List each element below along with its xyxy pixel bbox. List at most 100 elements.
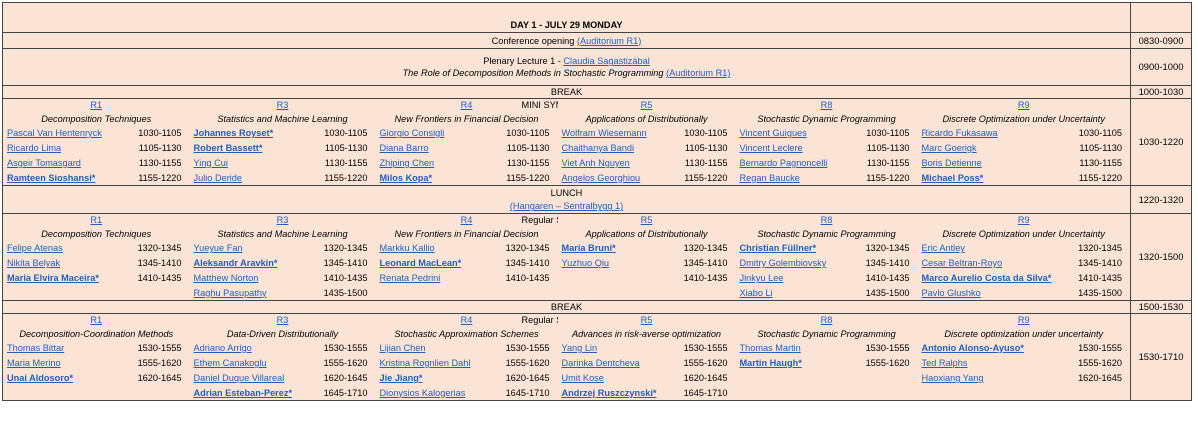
speaker-link[interactable]: Maria Elvira Maceira* [7,273,99,283]
speaker-link[interactable]: Asgeir Tomasgard [7,158,81,168]
speaker-link[interactable]: Haoxiang Yang [922,373,984,383]
speaker-link[interactable]: Pavlo Glushko [922,288,981,298]
day-title: DAY 1 - JULY 29 MONDAY [2,18,1131,33]
speaker-link[interactable]: Nikita Belyak [7,258,60,268]
day-title-row-2: DAY 1 - JULY 29 MONDAY [2,18,1192,33]
block1-room-link-4[interactable]: R8 [821,100,833,110]
speaker-link[interactable]: Robert Bassett* [194,143,263,153]
speaker-link[interactable]: Thomas Martin [740,343,801,353]
block3-room-link-4[interactable]: R8 [821,315,833,325]
speaker-link[interactable]: Marco Aurelio Costa da Silva* [922,273,1052,283]
speaker-link[interactable]: Andrzej Ruszczynski* [562,388,657,398]
block1-room-link-3[interactable]: R5 [641,100,653,110]
speaker-link[interactable]: Michael Poss* [922,173,984,183]
speaker-link[interactable]: Jie Jiang* [380,373,423,383]
block2-room-link-5[interactable]: R9 [1018,215,1030,225]
speaker-link[interactable]: Adriano Arrigo [194,343,252,353]
opening-room-link[interactable]: (Auditorium R1) [577,36,641,46]
speaker-link[interactable]: Giorgio Consigli [380,128,445,138]
plenary-room-link[interactable]: (Auditorium R1) [666,68,730,78]
speaker-link[interactable]: Daniel Duque Villareal [194,373,285,383]
speaker-link[interactable]: Thomas Bittar [7,343,64,353]
speaker-link[interactable]: Felipe Atenas [7,243,63,253]
talk-time: 1105-1130 [677,140,736,156]
talk-time: 1345-1410 [677,255,736,271]
speaker-link[interactable]: Maria Bruni* [562,243,616,253]
speaker-link[interactable]: Yang Lin [562,343,598,353]
speaker-link[interactable]: Regan Baucke [740,173,800,183]
speaker-link[interactable]: Yueyue Fan [194,243,243,253]
talk-time: 1030-1105 [855,125,918,141]
speaker-link[interactable]: Ricardo Lima [7,143,61,153]
talk-time: 1320-1345 [677,240,736,256]
plenary-speaker-link[interactable]: Claudia Sagastizábal [563,56,649,66]
speaker-link[interactable]: Darinka Dentcheva [562,358,640,368]
speaker-link[interactable]: Angelos Georghiou [562,173,641,183]
speaker-link[interactable]: Unai Aldosoro* [7,373,73,383]
speaker-link[interactable]: Pascal Van Hentenryck [7,128,102,138]
block2-room-link-3[interactable]: R5 [641,215,653,225]
speaker-link[interactable]: Johannes Royset* [194,128,274,138]
speaker-link[interactable]: Ted Ralphs [922,358,968,368]
block3-room-link-2[interactable]: R4 [461,315,473,325]
speaker-link[interactable]: Milos Kopa* [380,173,433,183]
speaker-link[interactable]: Christian Füllner* [740,243,817,253]
block1-room-link-0[interactable]: R1 [90,100,102,110]
talk-time: 1105-1130 [129,140,190,156]
regular-session-1-block: R1R3R4Regular SessionR5R8R91320-1500Deco… [2,213,1192,301]
speaker-link[interactable]: Vincent Leclere [740,143,803,153]
speaker-link[interactable]: Renata Pedrini [380,273,441,283]
speaker-link[interactable]: Adrian Esteban-Perez* [194,388,293,398]
speaker-link[interactable]: Yuzhuo Qiu [562,258,610,268]
speaker-link[interactable]: Bernardo Pagnoncelli [740,158,828,168]
speaker-link[interactable]: Antonio Alonso-Ayuso* [922,343,1024,353]
block2-room-link-4[interactable]: R8 [821,215,833,225]
speaker-link[interactable]: Marc Goerigk [922,143,977,153]
talk-time [495,285,558,301]
speaker-link[interactable]: Eric Antley [922,243,965,253]
block1-room-link-2[interactable]: R4 [461,100,473,110]
block3-room-link-0[interactable]: R1 [90,315,102,325]
block1-session-type: MINI SYMPOSIA [521,100,558,110]
speaker-link[interactable]: Zhiping Chen [380,158,435,168]
speaker-link[interactable]: Ricardo Fukasawa [922,128,998,138]
block2-room-link-0[interactable]: R1 [90,215,102,225]
speaker-link[interactable]: Kristina Rognlien Dahl [380,358,471,368]
block1-rooms-row: R1 R3 R4 MINI SYMPOSIA R5 R8 R9 1030-1220 [2,98,1192,186]
speaker-link[interactable]: Matthew Norton [194,273,259,283]
speaker-link[interactable]: Ying Cui [194,158,228,168]
speaker-link[interactable]: Umit Kose [562,373,604,383]
speaker-link[interactable]: Boris Detienne [922,158,982,168]
speaker-link[interactable]: Julio Deride [194,173,243,183]
speaker-link[interactable]: Markku Kallio [380,243,435,253]
speaker-link[interactable]: Dionysios Kalogerias [380,388,466,398]
speaker-link[interactable]: Ethem Canakoglu [194,358,267,368]
speaker-link[interactable]: Dmitry Golembiovsky [740,258,827,268]
speaker-link[interactable]: Vincent Guigues [740,128,807,138]
speaker-link[interactable]: Cesar Beltran-Royo [922,258,1003,268]
mini-symposia-block: R1R3R4MINI SYMPOSIAR5R8R91030-1220Decomp… [2,98,1192,186]
speaker-link[interactable]: Jinkyu Lee [740,273,784,283]
speaker-link[interactable]: Viet Anh Nguyen [562,158,630,168]
speaker-link[interactable]: Martin Haugh* [740,358,802,368]
speaker-link[interactable]: Maria Merino [7,358,61,368]
block3-room-link-3[interactable]: R5 [641,315,653,325]
plenary-title: The Role of Decomposition Methods in Sto… [402,68,664,78]
speaker-link[interactable]: Lijian Chen [380,343,426,353]
speaker-link[interactable]: Raghu Pasupathy [194,288,267,298]
block1-room-link-1[interactable]: R3 [277,100,289,110]
speaker-link[interactable]: Ramteen Sioshansi* [7,173,95,183]
speaker-link[interactable]: Wolfram Wiesemann [562,128,647,138]
block2-room-link-2[interactable]: R4 [461,215,473,225]
block3-room-link-5[interactable]: R9 [1018,315,1030,325]
speaker-link[interactable]: Xiabo Li [740,288,773,298]
block2-room-link-1[interactable]: R3 [277,215,289,225]
speaker-link[interactable]: Diana Barro [380,143,429,153]
speaker-link[interactable]: Chaithanya Bandi [562,143,635,153]
block1-room-link-5[interactable]: R9 [1018,100,1030,110]
speaker-link[interactable]: Aleksandr Aravkin* [194,258,278,268]
block3-room-link-1[interactable]: R3 [277,315,289,325]
block3-tracks-row: Decomposition-Coordination Methods Data-D… [2,326,1192,341]
speaker-link[interactable]: Leonard MacLean* [380,258,462,268]
lunch-place-link[interactable]: (Hangaren – Sentralbygg 1) [510,201,623,211]
